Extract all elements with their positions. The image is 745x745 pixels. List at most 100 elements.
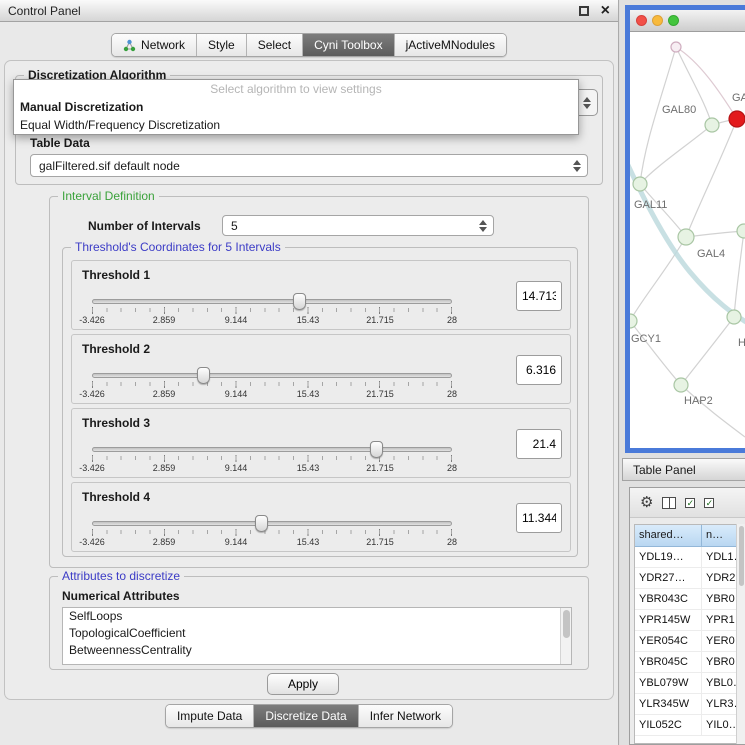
tab-discretize-data[interactable]: Discretize Data — [253, 705, 357, 727]
table-row[interactable]: YER054CYER0… — [635, 631, 745, 652]
scrollbar-thumb[interactable] — [739, 526, 744, 586]
table-row[interactable]: YPR145WYPR1… — [635, 610, 745, 631]
network-node[interactable] — [633, 177, 647, 191]
thresholds-group: Threshold's Coordinates for 5 Intervals … — [62, 247, 578, 557]
cell[interactable]: YPR145W — [635, 610, 702, 630]
tick-label: -3.426 — [79, 463, 105, 473]
number-of-intervals-label: Number of Intervals — [88, 219, 201, 233]
table-row[interactable]: YIL052CYIL0… — [635, 715, 745, 736]
network-node[interactable] — [678, 229, 694, 245]
thresholds-group-title: Threshold's Coordinates for 5 Intervals — [71, 240, 285, 254]
tab-select[interactable]: Select — [246, 34, 302, 56]
table-row[interactable]: YDR27…YDR2… — [635, 568, 745, 589]
threshold-3-value-field[interactable] — [516, 429, 562, 459]
cell[interactable]: YLR345W — [635, 694, 702, 714]
table-row[interactable]: YBR043CYBR0… — [635, 589, 745, 610]
network-node[interactable] — [674, 378, 688, 392]
threshold-3-slider[interactable]: -3.426 2.859 9.144 15.43 21.715 28 — [92, 445, 452, 473]
tick-label: 21.715 — [366, 389, 394, 399]
threshold-4-slider-thumb[interactable] — [255, 515, 268, 532]
threshold-1-panel: Threshold 1 -3.426 2.859 9.144 15.43 21.… — [71, 260, 571, 330]
tick-label: 28 — [447, 537, 457, 547]
selected-network-node[interactable] — [729, 111, 745, 127]
zoom-traffic-light-icon[interactable] — [668, 15, 679, 26]
algorithm-option-manual-discretization[interactable]: Manual Discretization — [14, 98, 578, 116]
cell[interactable]: YBR043C — [635, 589, 702, 609]
tab-cyni-toolbox[interactable]: Cyni Toolbox — [302, 34, 393, 56]
list-item[interactable]: SelfLoops — [63, 608, 571, 625]
table-row[interactable]: YDL19…YDL1… — [635, 547, 745, 568]
tab-style[interactable]: Style — [196, 34, 246, 56]
scrollbar-thumb[interactable] — [563, 610, 570, 638]
interval-definition-group: Interval Definition Number of Intervals … — [49, 196, 589, 568]
cell[interactable]: YBR045C — [635, 652, 702, 672]
threshold-1-value-field[interactable] — [516, 281, 562, 311]
table-scrollbar[interactable] — [736, 524, 745, 744]
interval-definition-group-title: Interval Definition — [58, 189, 159, 203]
tab-label: Network — [141, 38, 185, 52]
algorithm-option-equal-width-frequency[interactable]: Equal Width/Frequency Discretization — [14, 116, 578, 134]
select-visible-check-icon[interactable]: ✓ — [704, 498, 714, 508]
tab-network[interactable]: Network — [112, 34, 196, 56]
tick-label: 28 — [447, 463, 457, 473]
cell[interactable]: YDR27… — [635, 568, 702, 588]
control-panel-tabs: Network Style Select Cyni Toolbox jActiv… — [0, 33, 618, 57]
float-window-icon[interactable] — [579, 6, 589, 16]
tick-label: 28 — [447, 389, 457, 399]
table-row[interactable]: YBL079WYBL0… — [635, 673, 745, 694]
threshold-2-slider[interactable]: -3.426 2.859 9.144 15.43 21.715 28 — [92, 371, 452, 399]
network-window-titlebar — [630, 10, 745, 32]
minimize-traffic-light-icon[interactable] — [652, 15, 663, 26]
list-item[interactable]: BetweennessCentrality — [63, 642, 571, 659]
close-traffic-light-icon[interactable] — [636, 15, 647, 26]
network-canvas[interactable]: GAL80 GA GAL11 GAL4 GCY1 H HAP2 — [630, 32, 745, 448]
cell[interactable]: YDL19… — [635, 547, 702, 567]
columns-icon[interactable] — [662, 497, 676, 509]
column-header-shared[interactable]: shared… — [635, 525, 702, 547]
gear-icon[interactable]: ⚙ — [640, 495, 653, 510]
threshold-4-value-field[interactable] — [516, 503, 562, 533]
tab-label: Select — [258, 38, 291, 52]
node-label-gcy1: GCY1 — [631, 333, 661, 345]
threshold-4-slider[interactable]: -3.426 2.859 9.144 15.43 21.715 28 — [92, 519, 452, 547]
close-icon[interactable]: × — [601, 6, 610, 16]
cell[interactable]: YIL052C — [635, 715, 702, 735]
threshold-1-slider[interactable]: -3.426 2.859 9.144 15.43 21.715 28 — [92, 297, 452, 325]
list-item[interactable]: TopologicalCoefficient — [63, 625, 571, 642]
algorithm-popup-placeholder: Select algorithm to view settings — [14, 80, 578, 98]
attributes-scrollbar[interactable] — [560, 608, 571, 664]
slider-track[interactable] — [92, 373, 452, 378]
network-node[interactable] — [727, 310, 741, 324]
tab-jactivemnodules[interactable]: jActiveMNodules — [394, 34, 506, 56]
threshold-2-slider-thumb[interactable] — [197, 367, 210, 384]
numerical-attributes-list[interactable]: SelfLoops TopologicalCoefficient Between… — [62, 607, 572, 665]
select-all-check-icon[interactable]: ✓ — [685, 498, 695, 508]
network-node[interactable] — [737, 224, 745, 238]
threshold-3-panel: Threshold 3 -3.426 2.859 9.144 15.43 21.… — [71, 408, 571, 478]
control-panel-titlebar: Control Panel × — [0, 0, 618, 22]
control-panel: Control Panel × Network Style S — [0, 0, 619, 745]
table-row[interactable]: YLR345WYLR3… — [635, 694, 745, 715]
slider-track[interactable] — [92, 447, 452, 452]
cell[interactable]: YER054C — [635, 631, 702, 651]
table-row[interactable]: YBR045CYBR0… — [635, 652, 745, 673]
tab-infer-network[interactable]: Infer Network — [358, 705, 452, 727]
threshold-1-slider-thumb[interactable] — [293, 293, 306, 310]
threshold-3-slider-thumb[interactable] — [370, 441, 383, 458]
number-of-intervals-select[interactable]: 5 — [222, 215, 494, 236]
threshold-2-value-field[interactable] — [516, 355, 562, 385]
slider-track[interactable] — [92, 299, 452, 304]
tick-label: 21.715 — [366, 463, 394, 473]
attributes-to-discretize-group: Attributes to discretize Numerical Attri… — [49, 576, 589, 670]
cell[interactable]: YBL079W — [635, 673, 702, 693]
apply-button[interactable]: Apply — [267, 673, 339, 695]
network-node[interactable] — [671, 42, 681, 52]
slider-track[interactable] — [92, 521, 452, 526]
tick-label: 2.859 — [153, 389, 176, 399]
network-node[interactable] — [705, 118, 719, 132]
stepper-icon — [583, 97, 591, 109]
tab-impute-data[interactable]: Impute Data — [166, 705, 253, 727]
table-data-select[interactable]: galFiltered.sif default node — [30, 154, 588, 177]
tick-label: 15.43 — [297, 463, 320, 473]
network-node[interactable] — [630, 314, 637, 328]
